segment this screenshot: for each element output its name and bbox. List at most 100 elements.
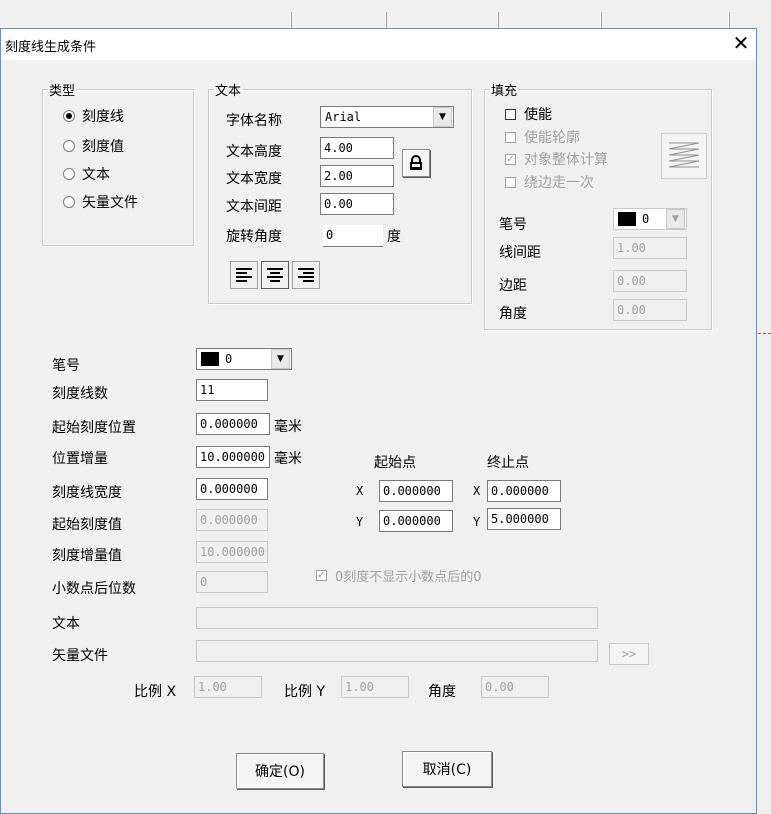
check-icon: ✓ [505, 153, 516, 165]
start-y-input[interactable]: 0.000000 [379, 510, 453, 532]
start-x-label: X [356, 484, 364, 498]
fill-pen-select[interactable]: 0 ▼ [613, 208, 687, 230]
type-radio-vector-file[interactable]: 矢量文件 [63, 192, 138, 212]
font-name-value: Arial [325, 110, 362, 124]
line-width-label: 刻度线宽度 [52, 485, 122, 501]
fill-enable-checkbox[interactable]: 使能 [505, 104, 552, 124]
fill-pen-number: 0 [642, 212, 650, 226]
start-y-label: Y [356, 515, 364, 529]
type-radio-text[interactable]: 文本 [63, 164, 110, 184]
align-left-button[interactable] [230, 261, 258, 289]
browse-button[interactable]: >> [609, 643, 649, 665]
fill-pen-label: 笔号 [499, 217, 527, 233]
value-increment-input[interactable]: 10.000000 [196, 541, 268, 563]
fill-line-spacing-input[interactable]: 1.00 [613, 237, 687, 259]
text-group-legend: 文本 [215, 84, 242, 99]
fill-pen-value: 0 [614, 212, 666, 226]
chevron-down-icon: ▼ [271, 349, 290, 369]
radio-indicator [63, 140, 75, 152]
text-width-label: 文本宽度 [226, 171, 282, 187]
align-right-button[interactable] [292, 261, 320, 289]
radio-label: 刻度线 [82, 109, 124, 125]
fill-around-edge-checkbox[interactable]: 绕边走一次 [505, 172, 594, 192]
end-x-label: X [473, 484, 481, 498]
value-increment-label: 刻度增量值 [52, 548, 122, 564]
checkbox-label: 0刻度不显示小数点后的0 [335, 570, 482, 585]
chevron-down-icon: ▼ [433, 107, 452, 127]
fill-margin-input[interactable]: 0.00 [613, 270, 687, 292]
radio-indicator [63, 168, 75, 180]
text-height-label: 文本高度 [226, 144, 282, 160]
end-y-input[interactable]: 5.000000 [487, 508, 561, 530]
rotate-angle-input[interactable]: 0 [323, 225, 383, 247]
fill-margin-label: 边距 [499, 278, 527, 294]
fill-line-spacing-label: 线间距 [499, 245, 541, 261]
fill-pattern-button[interactable] [661, 133, 707, 179]
scale-y-input[interactable]: 1.00 [341, 676, 409, 698]
align-center-button[interactable] [261, 261, 289, 289]
text-width-input[interactable]: 2.00 [320, 165, 394, 187]
text-height-input[interactable]: 4.00 [320, 137, 394, 159]
type-radio-scale-line[interactable]: 刻度线 [63, 106, 124, 126]
scale-x-label: 比例 X [134, 684, 177, 700]
rotate-angle-unit: 度 [387, 229, 401, 245]
type-group: 类型 [42, 80, 194, 246]
text-input[interactable] [196, 607, 598, 629]
position-increment-unit: 毫米 [274, 451, 302, 467]
fill-group-legend: 填充 [491, 84, 518, 99]
start-value-input[interactable]: 0.000000 [196, 509, 268, 531]
radio-indicator [63, 110, 75, 122]
end-x-input[interactable]: 0.000000 [487, 480, 561, 502]
pen-select[interactable]: 0 ▼ [196, 348, 292, 370]
type-radio-scale-value[interactable]: 刻度值 [63, 136, 124, 156]
background-right-strip [757, 28, 771, 814]
text-spacing-input[interactable]: 0.00 [320, 193, 394, 215]
zero-decimal-checkbox[interactable]: ✓ 0刻度不显示小数点后的0 [316, 566, 482, 585]
check-icon: ✓ [316, 570, 327, 581]
pen-label: 笔号 [52, 358, 80, 374]
start-position-input[interactable]: 0.000000 [196, 413, 270, 435]
checkbox-box [505, 131, 516, 143]
line-count-label: 刻度线数 [52, 386, 108, 402]
line-width-input[interactable]: 0.000000 [196, 478, 268, 500]
pen-color-swatch [201, 352, 219, 366]
fill-pattern-icon [668, 142, 700, 168]
chevron-down-icon: ▼ [666, 209, 685, 229]
radio-indicator [63, 196, 75, 208]
radio-label: 矢量文件 [82, 195, 138, 211]
text-spacing-label: 文本间距 [226, 199, 282, 215]
vector-file-input[interactable] [196, 640, 598, 662]
line-count-input[interactable]: 11 [196, 379, 268, 401]
dialog-title: 刻度线生成条件 [5, 40, 97, 55]
lock-icon [410, 155, 422, 170]
background-red-guide [758, 333, 771, 334]
end-y-label: Y [473, 515, 481, 529]
checkbox-label: 绕边走一次 [524, 175, 594, 191]
close-button[interactable]: ✕ [729, 30, 753, 56]
cancel-button[interactable]: 取消(C) [402, 751, 492, 787]
scale-angle-label: 角度 [428, 684, 456, 700]
radio-label: 刻度值 [82, 139, 124, 155]
fill-outline-checkbox[interactable]: 使能轮廓 [505, 127, 580, 147]
checkbox-box [505, 176, 516, 188]
start-value-label: 起始刻度值 [52, 517, 122, 533]
position-increment-input[interactable]: 10.000000 [196, 446, 270, 468]
checkbox-label: 对象整体计算 [524, 152, 608, 168]
checkbox-label: 使能 [524, 107, 552, 123]
start-x-input[interactable]: 0.000000 [379, 480, 453, 502]
scale-x-input[interactable]: 1.00 [194, 676, 262, 698]
ok-button[interactable]: 确定(O) [236, 753, 324, 789]
align-center-icon [267, 268, 283, 282]
scale-angle-input[interactable]: 0.00 [481, 676, 549, 698]
decimals-input[interactable]: 0 [196, 571, 268, 593]
fill-angle-input[interactable]: 0.00 [613, 299, 687, 321]
lock-ratio-button[interactable] [402, 149, 430, 177]
pen-color-swatch [618, 212, 636, 226]
position-increment-label: 位置增量 [52, 451, 108, 467]
dialog-titlebar [1, 29, 756, 60]
font-name-select[interactable]: Arial ▼ [320, 106, 454, 128]
font-name-label: 字体名称 [226, 113, 282, 129]
scale-y-label: 比例 Y [284, 684, 326, 700]
type-group-legend: 类型 [49, 84, 76, 99]
fill-object-whole-checkbox[interactable]: ✓ 对象整体计算 [505, 149, 608, 169]
